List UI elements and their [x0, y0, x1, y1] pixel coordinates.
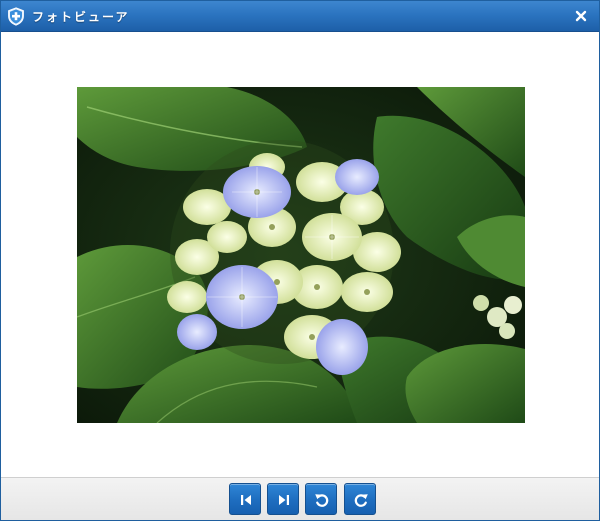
skip-next-icon [279, 495, 289, 505]
rotate-right-button[interactable] [344, 483, 376, 515]
photo-image [77, 87, 525, 423]
next-button[interactable] [267, 483, 299, 515]
photo-viewer-window: フォトビューア [0, 0, 600, 521]
bottom-toolbar [1, 477, 599, 520]
close-button[interactable] [573, 8, 589, 24]
image-viewport [1, 33, 599, 477]
close-icon [575, 10, 587, 22]
skip-previous-icon [241, 495, 251, 505]
title-bar[interactable]: フォトビューア [1, 1, 599, 32]
previous-button[interactable] [229, 483, 261, 515]
window-title: フォトビューア [32, 10, 130, 24]
shield-plus-icon [7, 7, 25, 26]
rotate-right-icon [354, 494, 368, 507]
rotate-left-button[interactable] [305, 483, 337, 515]
rotate-left-icon [315, 494, 329, 507]
